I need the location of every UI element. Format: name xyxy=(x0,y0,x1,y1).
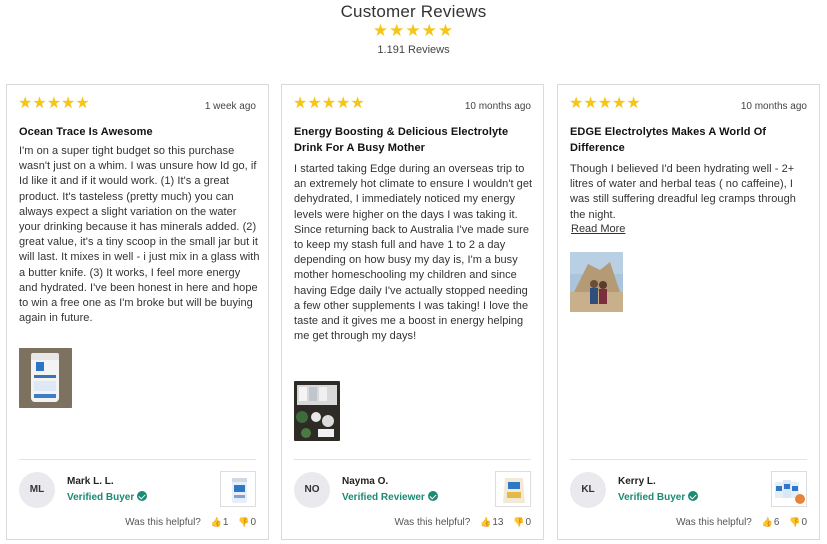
review-photo[interactable] xyxy=(570,252,623,312)
helpful-vote-row: Was this helpful? 👍13 👎0 xyxy=(395,517,531,528)
product-jar-icon xyxy=(221,472,255,506)
verified-badge: Verified Buyer xyxy=(618,491,699,503)
verified-label: Verified Buyer xyxy=(618,492,686,503)
downvote-count: 0 xyxy=(525,517,531,528)
card-divider xyxy=(294,459,531,460)
verified-label: Verified Buyer xyxy=(67,492,135,503)
thumbs-up-icon[interactable]: 👍 xyxy=(480,517,491,528)
avatar: NO xyxy=(294,472,330,508)
thumbs-down-icon[interactable]: 👎 xyxy=(238,517,249,528)
verified-label: Verified Reviewer xyxy=(342,492,425,503)
helpful-vote-row: Was this helpful? 👍6 👎0 xyxy=(676,517,807,528)
product-thumbnail[interactable] xyxy=(220,471,256,507)
product-pouch-icon xyxy=(496,472,530,506)
helpful-question: Was this helpful? xyxy=(394,517,471,528)
upvote-count: 1 xyxy=(222,517,229,528)
product-jar-photo xyxy=(19,348,72,408)
upvote-count: 6 xyxy=(773,517,780,528)
rating-stars: ★★★★★ xyxy=(293,95,365,112)
read-more-link[interactable]: Read More xyxy=(571,223,625,235)
check-badge-icon xyxy=(688,491,699,501)
review-title: EDGE Electrolytes Makes A World Of Diffe… xyxy=(570,126,767,154)
review-photo[interactable] xyxy=(19,348,72,408)
thumbs-up-icon[interactable]: 👍 xyxy=(762,517,773,528)
review-body: I started taking Edge during an overseas… xyxy=(294,163,533,343)
rating-stars: ★★★★★ xyxy=(18,95,90,112)
review-title: Ocean Trace Is Awesome xyxy=(19,126,153,138)
helpful-vote-row: Was this helpful? 👍1 👎0 xyxy=(125,517,256,528)
product-thumbnail[interactable] xyxy=(495,471,531,507)
travel-photo xyxy=(570,252,623,312)
product-thumbnail[interactable] xyxy=(771,471,807,507)
check-badge-icon xyxy=(427,491,438,501)
review-card: ★★★★★ 10 months ago Energy Boosting & De… xyxy=(281,84,544,540)
review-count[interactable]: 1.191 Reviews xyxy=(0,44,827,56)
rating-stars: ★★★★★ xyxy=(569,95,641,112)
review-date: 10 months ago xyxy=(740,101,807,112)
verified-badge: Verified Reviewer xyxy=(342,491,438,503)
reviewer-name: Mark L. L. xyxy=(67,476,114,487)
product-bundle-icon xyxy=(772,472,806,506)
downvote-count: 0 xyxy=(801,517,807,528)
check-badge-icon xyxy=(137,491,148,501)
review-date: 10 months ago xyxy=(464,101,531,112)
card-divider xyxy=(19,459,256,460)
thumbs-down-icon[interactable]: 👎 xyxy=(513,517,524,528)
downvote-count: 0 xyxy=(250,517,256,528)
review-title: Energy Boosting & Delicious Electrolyte … xyxy=(294,126,509,154)
avatar: ML xyxy=(19,472,55,508)
review-card: ★★★★★ 1 week ago Ocean Trace Is Awesome … xyxy=(6,84,269,540)
avatar: KL xyxy=(570,472,606,508)
review-photo[interactable] xyxy=(294,381,340,441)
review-body: I'm on a super tight budget so this purc… xyxy=(19,145,260,325)
thumbs-down-icon[interactable]: 👎 xyxy=(789,517,800,528)
card-divider xyxy=(570,459,807,460)
helpful-question: Was this helpful? xyxy=(676,517,752,528)
reviewer-name: Kerry L. xyxy=(618,476,656,487)
review-card: ★★★★★ 10 months ago EDGE Electrolytes Ma… xyxy=(557,84,820,540)
helpful-question: Was this helpful? xyxy=(125,517,201,528)
review-date: 1 week ago xyxy=(204,101,256,112)
page-title: Customer Reviews xyxy=(340,2,487,21)
upvote-count: 13 xyxy=(492,517,504,528)
review-body: Though I believed I'd been hydrating wel… xyxy=(570,163,796,221)
thumbs-up-icon[interactable]: 👍 xyxy=(211,517,222,528)
verified-badge: Verified Buyer xyxy=(67,491,148,503)
overall-rating-stars: ★★★★★ xyxy=(372,21,455,40)
reviewer-name: Nayma O. xyxy=(342,476,389,487)
supplements-photo xyxy=(294,381,340,441)
